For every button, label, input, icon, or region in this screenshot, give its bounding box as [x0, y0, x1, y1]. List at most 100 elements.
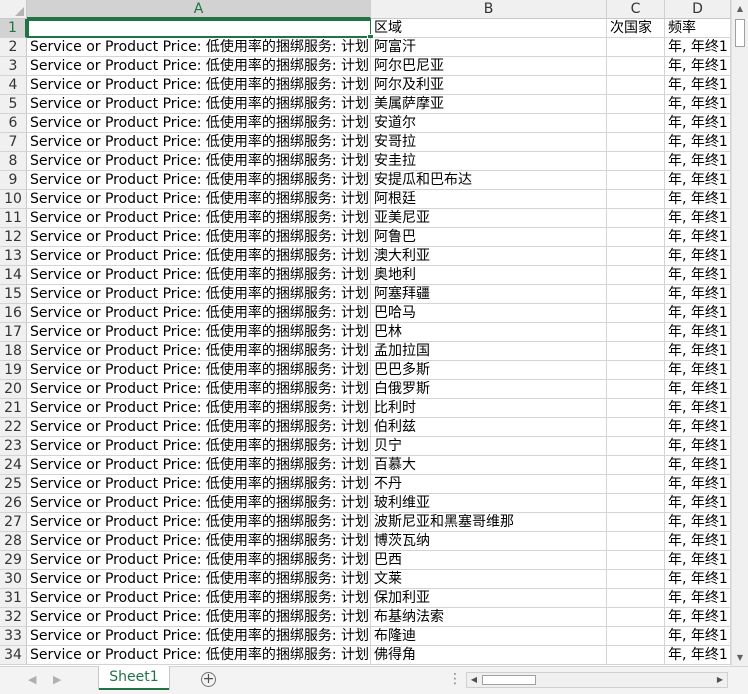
cell-frequency[interactable]: 年, 年终1: [665, 38, 731, 57]
cell-subnational[interactable]: [607, 342, 665, 361]
row-header[interactable]: 9: [0, 171, 27, 190]
cell-subnational[interactable]: [607, 266, 665, 285]
cell-subnational[interactable]: [607, 627, 665, 646]
cell-region[interactable]: 安提瓜和巴布达: [371, 171, 607, 190]
cell-region[interactable]: 巴哈马: [371, 304, 607, 323]
cell-a1-active[interactable]: [27, 19, 372, 38]
cell-frequency[interactable]: 年, 年终1: [665, 475, 731, 494]
cell-region[interactable]: 贝宁: [371, 437, 607, 456]
select-all-button[interactable]: [0, 0, 27, 19]
cell-topic[interactable]: Service or Product Price: 低使用率的捆绑服务: 计划: [27, 551, 371, 570]
cell-frequency[interactable]: 年, 年终1: [665, 437, 731, 456]
scroll-up-icon[interactable]: ▲: [732, 0, 748, 17]
cell-subnational[interactable]: [607, 76, 665, 95]
cell-subnational[interactable]: [607, 209, 665, 228]
cell-region[interactable]: 文莱: [371, 570, 607, 589]
cell-subnational[interactable]: [607, 361, 665, 380]
cell-frequency[interactable]: 年, 年终1: [665, 551, 731, 570]
cell-region[interactable]: 安道尔: [371, 114, 607, 133]
cell-topic[interactable]: Service or Product Price: 低使用率的捆绑服务: 计划: [27, 304, 371, 323]
cell-subnational[interactable]: [607, 38, 665, 57]
cell-topic[interactable]: Service or Product Price: 低使用率的捆绑服务: 计划: [27, 247, 371, 266]
cell-topic[interactable]: Service or Product Price: 低使用率的捆绑服务: 计划: [27, 133, 371, 152]
row-header[interactable]: 24: [0, 456, 27, 475]
cell-subnational[interactable]: [607, 133, 665, 152]
cell-topic[interactable]: Service or Product Price: 低使用率的捆绑服务: 计划: [27, 57, 371, 76]
row-header[interactable]: 1: [0, 19, 27, 38]
cell-subnational[interactable]: [607, 323, 665, 342]
cell-frequency[interactable]: 年, 年终1: [665, 285, 731, 304]
row-header[interactable]: 6: [0, 114, 27, 133]
cell-topic[interactable]: Service or Product Price: 低使用率的捆绑服务: 计划: [27, 570, 371, 589]
cell-topic[interactable]: Service or Product Price: 低使用率的捆绑服务: 计划: [27, 513, 371, 532]
row-header[interactable]: 8: [0, 152, 27, 171]
cell-frequency[interactable]: 年, 年终1: [665, 589, 731, 608]
cell-topic[interactable]: Service or Product Price: 低使用率的捆绑服务: 计划: [27, 114, 371, 133]
row-header[interactable]: 32: [0, 608, 27, 627]
cell-frequency[interactable]: 年, 年终1: [665, 95, 731, 114]
cell-region[interactable]: 巴西: [371, 551, 607, 570]
cell-topic[interactable]: Service or Product Price: 低使用率的捆绑服务: 计划: [27, 494, 371, 513]
sheet-tab-sheet1[interactable]: Sheet1: [99, 666, 169, 690]
cell-topic[interactable]: Service or Product Price: 低使用率的捆绑服务: 计划: [27, 589, 371, 608]
cell-subnational[interactable]: [607, 475, 665, 494]
cell-header-frequency[interactable]: 频率: [665, 19, 731, 38]
cell-topic[interactable]: Service or Product Price: 低使用率的捆绑服务: 计划: [27, 285, 371, 304]
cell-topic[interactable]: Service or Product Price: 低使用率的捆绑服务: 计划: [27, 418, 371, 437]
cell-topic[interactable]: Service or Product Price: 低使用率的捆绑服务: 计划: [27, 475, 371, 494]
row-header[interactable]: 2: [0, 38, 27, 57]
cell-region[interactable]: 保加利亚: [371, 589, 607, 608]
row-header[interactable]: 13: [0, 247, 27, 266]
cell-region[interactable]: 白俄罗斯: [371, 380, 607, 399]
cell-topic[interactable]: Service or Product Price: 低使用率的捆绑服务: 计划: [27, 266, 371, 285]
cell-subnational[interactable]: [607, 646, 665, 665]
cell-subnational[interactable]: [607, 171, 665, 190]
cell-subnational[interactable]: [607, 513, 665, 532]
cell-frequency[interactable]: 年, 年终1: [665, 76, 731, 95]
cell-region[interactable]: 比利时: [371, 399, 607, 418]
row-header[interactable]: 15: [0, 285, 27, 304]
cell-region[interactable]: 美属萨摩亚: [371, 95, 607, 114]
cell-subnational[interactable]: [607, 399, 665, 418]
row-header[interactable]: 4: [0, 76, 27, 95]
cell-topic[interactable]: Service or Product Price: 低使用率的捆绑服务: 计划: [27, 646, 371, 665]
cell-region[interactable]: 阿鲁巴: [371, 228, 607, 247]
cell-region[interactable]: 孟加拉国: [371, 342, 607, 361]
row-header[interactable]: 18: [0, 342, 27, 361]
cell-region[interactable]: 不丹: [371, 475, 607, 494]
cell-frequency[interactable]: 年, 年终1: [665, 209, 731, 228]
cell-topic[interactable]: Service or Product Price: 低使用率的捆绑服务: 计划: [27, 228, 371, 247]
vertical-scrollbar[interactable]: ▲ ▼: [731, 0, 748, 666]
row-header[interactable]: 19: [0, 361, 27, 380]
row-header[interactable]: 29: [0, 551, 27, 570]
cell-frequency[interactable]: 年, 年终1: [665, 57, 731, 76]
column-header-c[interactable]: C: [607, 0, 665, 19]
cell-frequency[interactable]: 年, 年终1: [665, 190, 731, 209]
column-header-d[interactable]: D: [665, 0, 731, 19]
cell-subnational[interactable]: [607, 532, 665, 551]
cell-frequency[interactable]: 年, 年终1: [665, 323, 731, 342]
cell-subnational[interactable]: [607, 190, 665, 209]
row-header[interactable]: 5: [0, 95, 27, 114]
cell-topic[interactable]: Service or Product Price: 低使用率的捆绑服务: 计划: [27, 190, 371, 209]
cell-frequency[interactable]: 年, 年终1: [665, 304, 731, 323]
cell-subnational[interactable]: [607, 285, 665, 304]
cell-topic[interactable]: Service or Product Price: 低使用率的捆绑服务: 计划: [27, 342, 371, 361]
cell-subnational[interactable]: [607, 437, 665, 456]
cell-region[interactable]: 布隆迪: [371, 627, 607, 646]
cell-subnational[interactable]: [607, 95, 665, 114]
row-header[interactable]: 11: [0, 209, 27, 228]
cell-subnational[interactable]: [607, 228, 665, 247]
prev-sheet-icon[interactable]: ◀: [28, 673, 36, 686]
cell-subnational[interactable]: [607, 418, 665, 437]
cell-frequency[interactable]: 年, 年终1: [665, 627, 731, 646]
cell-region[interactable]: 波斯尼亚和黑塞哥维那: [371, 513, 607, 532]
cell-topic[interactable]: Service or Product Price: 低使用率的捆绑服务: 计划: [27, 323, 371, 342]
cell-subnational[interactable]: [607, 570, 665, 589]
cell-region[interactable]: 阿尔及利亚: [371, 76, 607, 95]
vertical-scroll-thumb[interactable]: [735, 19, 745, 47]
cell-frequency[interactable]: 年, 年终1: [665, 494, 731, 513]
cell-region[interactable]: 澳大利亚: [371, 247, 607, 266]
cell-topic[interactable]: Service or Product Price: 低使用率的捆绑服务: 计划: [27, 76, 371, 95]
cell-topic[interactable]: Service or Product Price: 低使用率的捆绑服务: 计划: [27, 399, 371, 418]
